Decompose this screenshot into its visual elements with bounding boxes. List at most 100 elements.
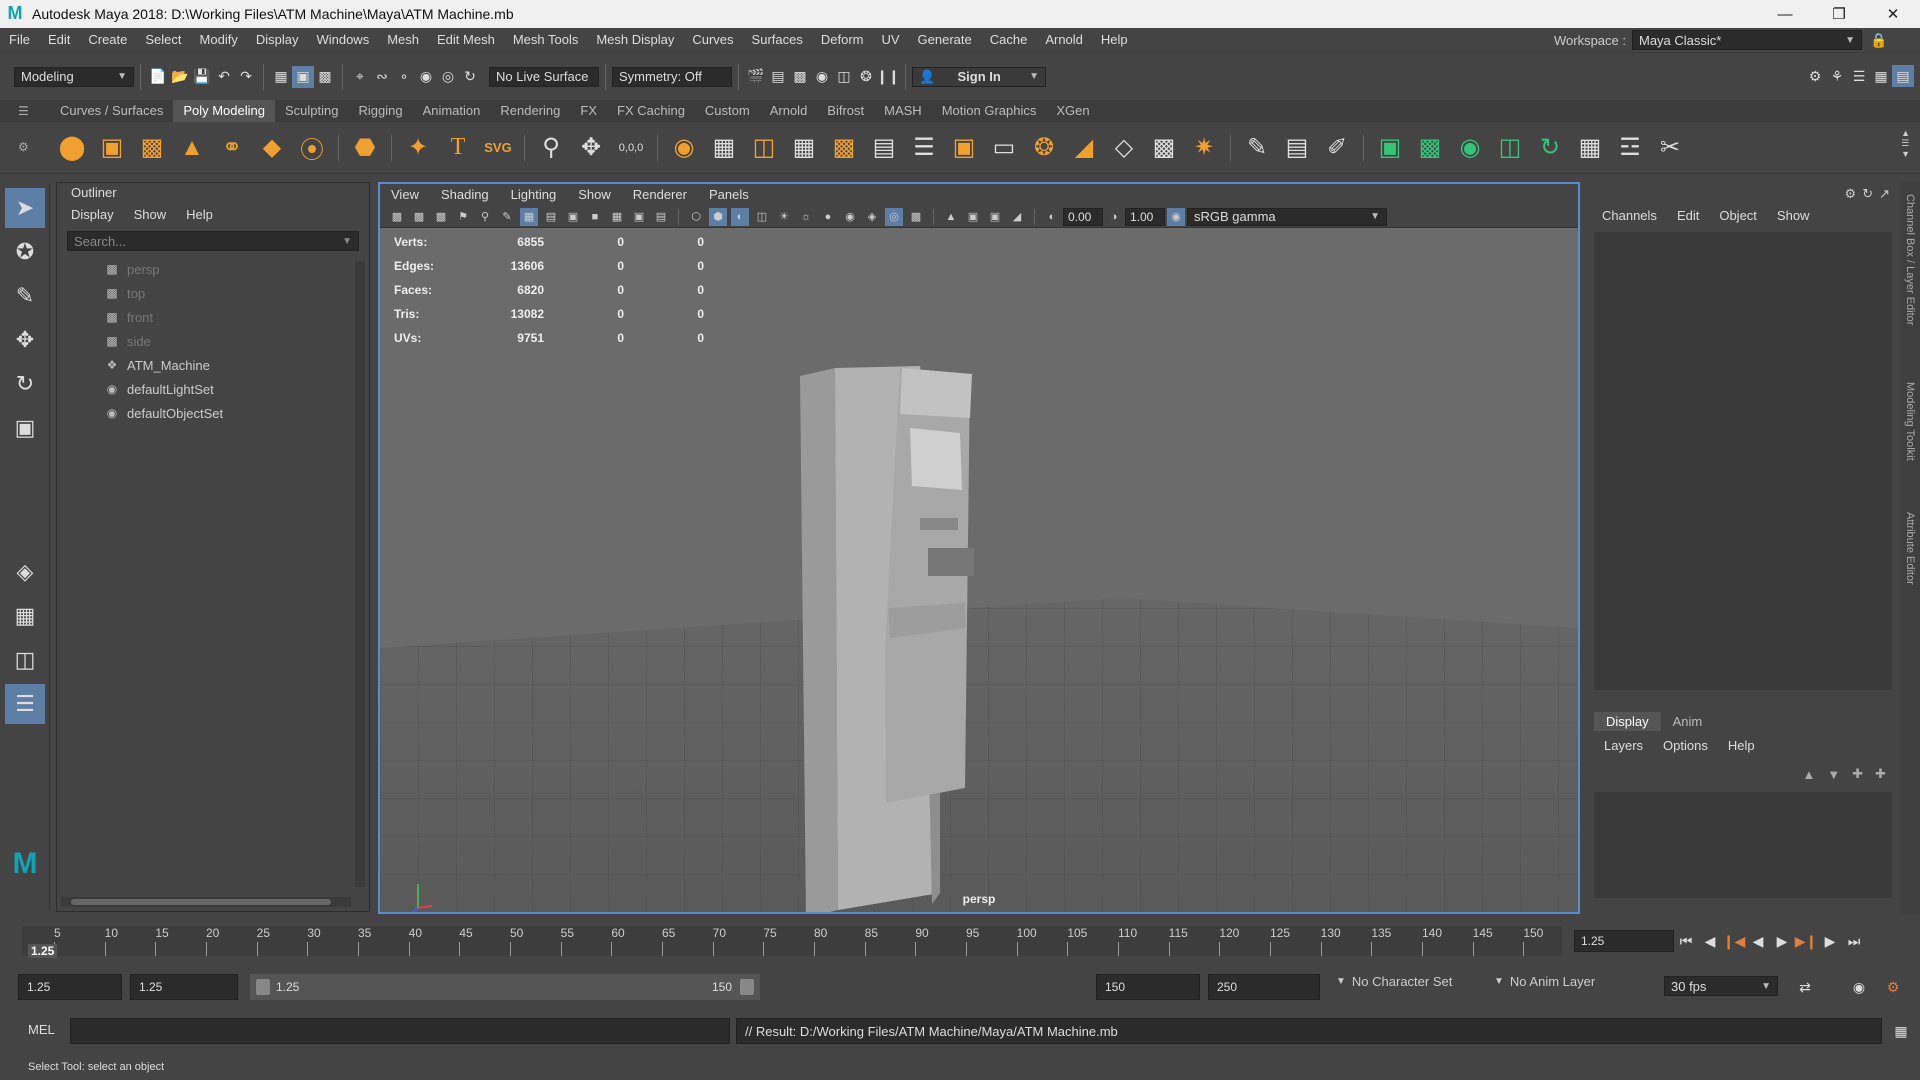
layer-menu-help[interactable]: Help xyxy=(1728,738,1755,753)
textured-icon[interactable]: ◫ xyxy=(753,208,771,226)
color-space-dropdown[interactable]: sRGB gamma ▼ xyxy=(1187,207,1387,226)
ambient-occlusion-icon[interactable]: ● xyxy=(819,208,837,226)
scale-tool-icon[interactable]: ▣ xyxy=(5,408,45,448)
outliner-vertical-scrollbar[interactable] xyxy=(355,261,365,887)
shelf-tab-xgen[interactable]: XGen xyxy=(1046,100,1099,122)
range-end-handle[interactable] xyxy=(740,979,754,995)
range-slider[interactable]: 1.25 150 xyxy=(250,974,760,1000)
shelf-tab-fx[interactable]: FX xyxy=(570,100,607,122)
field-chart-icon[interactable]: ▦ xyxy=(608,208,626,226)
combine-icon[interactable]: ◉ xyxy=(668,130,700,166)
single-perspective-layout-icon[interactable]: ◈ xyxy=(5,552,45,592)
channel-menu-show[interactable]: Show xyxy=(1777,208,1810,223)
menu-generate[interactable]: Generate xyxy=(909,28,981,52)
loop-icon[interactable]: ⇄ xyxy=(1794,976,1816,998)
play-backwards-icon[interactable]: ◀ xyxy=(1746,929,1770,953)
snap-curve-icon[interactable]: ∾ xyxy=(371,66,393,88)
channel-sync-icon[interactable]: ↻ xyxy=(1862,186,1873,202)
super-shape-icon[interactable]: ✦ xyxy=(402,130,434,166)
xray-icon[interactable]: ▲ xyxy=(942,208,960,226)
step-back-key-icon[interactable]: ❙◀ xyxy=(1722,929,1746,953)
grease-pencil-icon[interactable]: ✎ xyxy=(498,208,516,226)
layer-tab-display[interactable]: Display xyxy=(1594,712,1661,731)
symmetry-dropdown[interactable]: Symmetry: Off xyxy=(612,66,732,87)
depth-of-field-icon[interactable]: ◎ xyxy=(885,207,903,226)
two-view-layout-icon[interactable]: ◫ xyxy=(5,640,45,680)
list-item[interactable]: ◉ defaultLightSet xyxy=(57,377,369,401)
camera-attributes-icon[interactable]: ▩ xyxy=(410,208,428,226)
snap-surface-icon[interactable]: ↻ xyxy=(459,66,481,88)
image-plane-icon[interactable]: ⚑ xyxy=(454,208,472,226)
shelf-tab-mash[interactable]: MASH xyxy=(874,100,932,122)
outliner-menu-display[interactable]: Display xyxy=(71,207,114,222)
open-scene-icon[interactable]: 📂 xyxy=(169,66,191,88)
menu-modify[interactable]: Modify xyxy=(191,28,247,52)
safe-action-icon[interactable]: ▣ xyxy=(630,208,648,226)
two-d-pan-zoom-icon[interactable]: ⚲ xyxy=(476,208,494,226)
current-frame-field[interactable]: 1.25 xyxy=(1574,930,1674,952)
backface-culling-icon[interactable]: ◢ xyxy=(1008,208,1026,226)
shelf-tab-poly-modeling[interactable]: Poly Modeling xyxy=(173,100,275,122)
list-item[interactable]: ▩ front xyxy=(57,305,369,329)
layer-tab-anim[interactable]: Anim xyxy=(1661,712,1715,731)
menu-uv[interactable]: UV xyxy=(872,28,908,52)
cylindrical-uv-icon[interactable]: ▩ xyxy=(1414,130,1446,166)
undo-icon[interactable]: ↶ xyxy=(213,66,235,88)
bridge-icon[interactable]: ☰ xyxy=(908,130,940,166)
new-scene-icon[interactable]: 📄 xyxy=(147,66,169,88)
gate-mask-icon[interactable]: ■ xyxy=(586,208,604,226)
poly-cone-icon[interactable]: ▲ xyxy=(176,130,208,166)
gamma-field[interactable]: 1.00 xyxy=(1125,207,1165,226)
color-management-icon[interactable]: ◉ xyxy=(1167,207,1185,226)
boolean-icon[interactable]: ▩ xyxy=(828,130,860,166)
camera-select-icon[interactable]: ▩ xyxy=(388,208,406,226)
bevel-icon[interactable]: ▭ xyxy=(988,130,1020,166)
side-tab-modeling-toolkit[interactable]: Modeling Toolkit xyxy=(1904,382,1916,461)
save-scene-icon[interactable]: 💾 xyxy=(191,66,213,88)
fps-dropdown[interactable]: 30 fps ▼ xyxy=(1664,976,1778,996)
spherical-uv-icon[interactable]: ◉ xyxy=(1454,130,1486,166)
layer-menu-options[interactable]: Options xyxy=(1663,738,1708,753)
menu-edit-mesh[interactable]: Edit Mesh xyxy=(428,28,504,52)
scene-start-field[interactable]: 1.25 xyxy=(18,974,122,1000)
select-component-icon[interactable]: ▩ xyxy=(314,66,336,88)
render-settings-icon[interactable]: ◉ xyxy=(811,66,833,88)
menu-icon[interactable]: ☰ xyxy=(18,104,32,118)
render-frame-icon[interactable]: ▤ xyxy=(767,66,789,88)
menu-icon[interactable]: ☰ xyxy=(1901,138,1910,149)
lasso-tool-icon[interactable]: ✪ xyxy=(5,232,45,272)
hypershade-icon[interactable]: ◫ xyxy=(833,66,855,88)
outliner-search-input[interactable]: Search... ▼ xyxy=(67,231,359,251)
shelf-settings[interactable]: ☰ ⚙ xyxy=(18,104,32,168)
current-frame-marker[interactable]: 1.25 xyxy=(28,944,58,958)
auto-key-icon[interactable]: ◉ xyxy=(1848,976,1870,998)
redo-icon[interactable]: ↷ xyxy=(235,66,257,88)
shelf-tab-motion-graphics[interactable]: Motion Graphics xyxy=(932,100,1047,122)
command-input[interactable] xyxy=(70,1018,730,1044)
snap-grid-icon[interactable]: ⌖ xyxy=(349,66,371,88)
film-gate-icon[interactable]: ▤ xyxy=(542,208,560,226)
smooth-icon[interactable]: ◫ xyxy=(748,130,780,166)
shadows-icon[interactable]: ☼ xyxy=(797,208,815,226)
modeling-toolkit-icon[interactable]: ⚙ xyxy=(1804,65,1826,87)
side-tab-channel-box[interactable]: Channel Box / Layer Editor xyxy=(1904,194,1916,325)
menu-display[interactable]: Display xyxy=(247,28,308,52)
minimize-button[interactable]: — xyxy=(1758,0,1812,28)
extrude-icon[interactable]: ▣ xyxy=(948,130,980,166)
channel-menu-object[interactable]: Object xyxy=(1719,208,1757,223)
multi-cut-icon[interactable]: ✎ xyxy=(1241,130,1273,166)
uv-editor-icon[interactable]: ▦ xyxy=(1574,130,1606,166)
pause-icon[interactable]: ❙❙ xyxy=(876,66,899,88)
shelf-tab-custom[interactable]: Custom xyxy=(695,100,760,122)
safe-title-icon[interactable]: ▤ xyxy=(652,208,670,226)
viewport-menu-show[interactable]: Show xyxy=(567,184,622,206)
menu-cache[interactable]: Cache xyxy=(981,28,1037,52)
list-item[interactable]: ◉ defaultObjectSet xyxy=(57,401,369,425)
channel-box-icon[interactable]: ▤ xyxy=(1892,65,1914,87)
extract-icon[interactable]: ▤ xyxy=(868,130,900,166)
scene-end-field[interactable]: 250 xyxy=(1208,974,1320,1000)
unfold-uv-icon[interactable]: ↻ xyxy=(1534,130,1566,166)
wireframe-icon[interactable]: ⬡ xyxy=(687,208,705,226)
expand-icon[interactable]: ↗ xyxy=(1879,186,1890,202)
channel-menu-channels[interactable]: Channels xyxy=(1602,208,1657,223)
